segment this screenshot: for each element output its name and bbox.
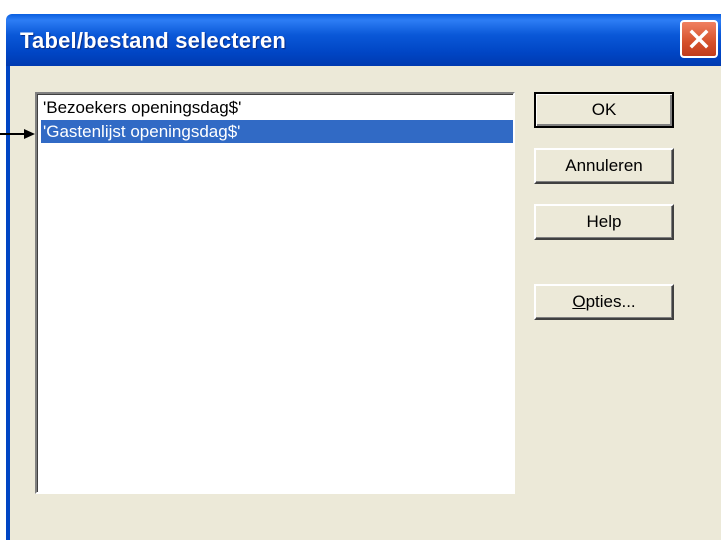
cancel-button[interactable]: Annuleren xyxy=(534,148,674,184)
help-button[interactable]: Help xyxy=(534,204,674,240)
dialog-body: 'Bezoekers openingsdag$' 'Gastenlijst op… xyxy=(6,66,721,540)
options-button[interactable]: Opties... xyxy=(534,284,674,320)
options-accelerator: O xyxy=(572,292,586,311)
close-button[interactable] xyxy=(680,20,718,58)
ok-button[interactable]: OK xyxy=(534,92,674,128)
close-icon xyxy=(689,29,709,49)
list-item[interactable]: 'Bezoekers openingsdag$' xyxy=(41,96,503,119)
list-item-selected[interactable]: 'Gastenlijst openingsdag$' xyxy=(41,120,513,143)
title-bar: Tabel/bestand selecteren xyxy=(0,0,721,66)
options-label: pties... xyxy=(585,292,636,311)
window-title: Tabel/bestand selecteren xyxy=(20,28,287,53)
table-listbox[interactable]: 'Bezoekers openingsdag$' 'Gastenlijst op… xyxy=(35,92,515,494)
arrow-right-icon xyxy=(0,129,35,139)
